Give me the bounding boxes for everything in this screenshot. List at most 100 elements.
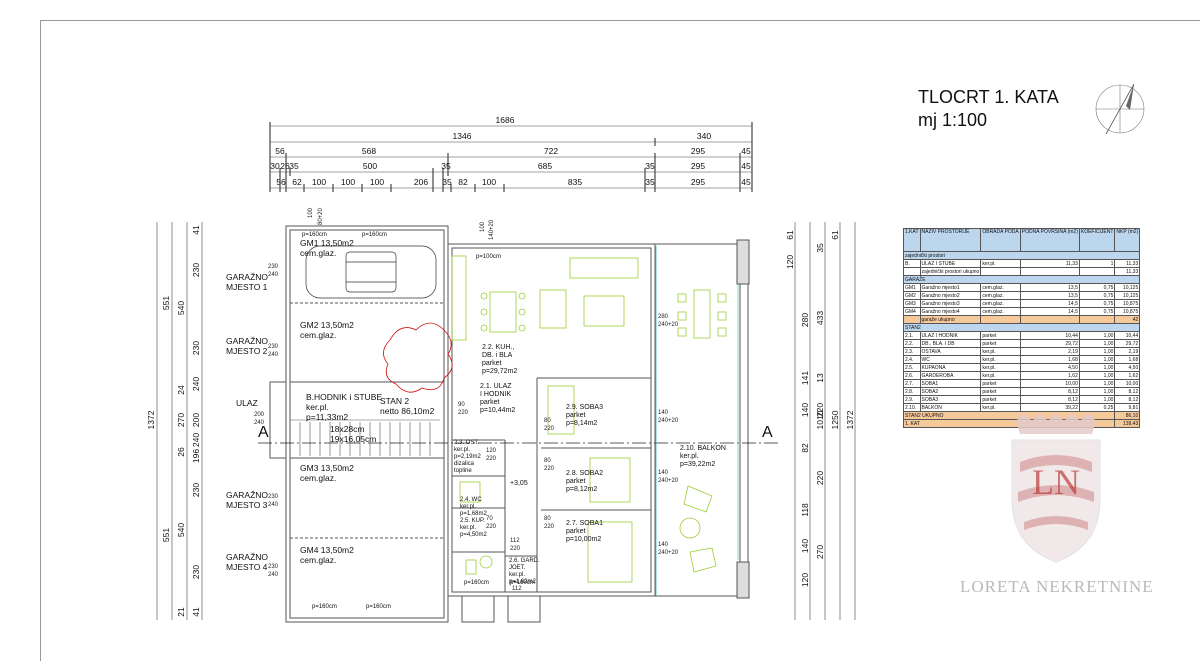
opening-label: 230 xyxy=(268,264,279,270)
table-cell: 2.7. xyxy=(903,379,921,388)
table-cell: GM3 xyxy=(903,299,921,308)
dim-label: 100 xyxy=(370,177,384,187)
room-label-soba2: 2.8. SOBA2 parket p=8,12m2 xyxy=(566,470,603,494)
table-cell: 4,50 xyxy=(1019,363,1080,372)
table-cell: 1,00 xyxy=(1078,347,1116,356)
table-cell: 1,62 xyxy=(1114,371,1141,380)
dim-label: 240 xyxy=(191,433,201,447)
table-cell: 1,68 xyxy=(1114,355,1141,364)
room-line: p=4,50m2 xyxy=(460,532,487,538)
table-section-title: GARAŽE xyxy=(902,275,1141,284)
window-width-label: p=160cm xyxy=(510,580,535,586)
table-cell: 139,43 xyxy=(1114,419,1141,428)
room-title: GM1 13,50m2 xyxy=(300,238,354,248)
table-row: 2.5. KUPAONA ker.pl. 4,50 1,00 4,50 xyxy=(903,363,1141,372)
dim-label: 56 xyxy=(276,177,286,187)
opening-label: 220 xyxy=(486,456,497,462)
table-row: zajednički prostori ukupno 11,33 xyxy=(903,267,1141,276)
dim-label: 340 xyxy=(697,131,711,141)
dim-label: 1686 xyxy=(496,115,515,125)
window-width-label: p=100cm xyxy=(476,254,501,260)
table-cell: BALKON xyxy=(919,403,982,412)
table-cell: cem.glaz. xyxy=(980,283,1021,292)
room-line: p=10,00m2 xyxy=(566,536,602,543)
room-floor: cem.glaz. xyxy=(300,248,337,258)
opening-label: 80+20 xyxy=(318,207,324,225)
dim-label: 140 xyxy=(800,403,810,417)
table-row: B. ULAZ I STUBE ker.pl. 11,33 1 11,33 xyxy=(903,259,1141,268)
room-line: p=29,72m2 xyxy=(482,368,518,375)
opening-label: 230 xyxy=(268,344,279,350)
room-label-hodnik: B.HODNIK i STUBE ker.pl. p=11,33m2 xyxy=(306,392,382,422)
room-line: B.HODNIK i STUBE xyxy=(306,392,383,402)
table-cell: 1 xyxy=(1078,259,1116,268)
dim-label: 45 xyxy=(741,161,751,171)
table-cell: 1,00 xyxy=(1078,331,1116,340)
table-cell: GM4 xyxy=(903,307,921,316)
room-line: p=10,44m2 xyxy=(480,407,516,414)
dim-label: 270 xyxy=(176,413,186,427)
table-cell: ULAZ I STUBE xyxy=(919,259,982,268)
dimension-labels-left: 1372 551 540 24 270 26 540 551 21 41 230… xyxy=(146,225,201,617)
table-cell: ker.pl. xyxy=(980,355,1021,364)
dim-label: 120 xyxy=(800,573,810,587)
room-line: ker.pl. xyxy=(460,504,477,510)
dim-label: 62 xyxy=(292,177,302,187)
dim-label: 82 xyxy=(458,177,468,187)
table-cell: 14,5 xyxy=(1019,299,1080,308)
level-marker: +3,05 xyxy=(510,480,528,487)
dim-label: 26 xyxy=(176,447,186,457)
table-cell: 2.4. xyxy=(903,355,921,364)
table-cell: 1,00 xyxy=(1078,371,1116,380)
dim-label: 56 xyxy=(275,146,285,156)
table-cell: cem.glaz. xyxy=(980,291,1021,300)
table-cell: 1,00 xyxy=(1078,363,1116,372)
table-cell: ker.pl. xyxy=(980,347,1021,356)
opening-label: 220 xyxy=(458,410,469,416)
room-line: p=8,12m2 xyxy=(566,486,598,493)
table-row: 2.6. GARDEROBA ker.pl. 1,62 1,00 1,62 xyxy=(903,371,1141,380)
dim-label: 24 xyxy=(176,385,186,395)
table-row: GM1 Garažno mjesto1 cem.glaz. 13,5 0,75 10,12… xyxy=(903,283,1141,292)
opening-label: 90 xyxy=(458,402,465,408)
parking-line: GARAŽNO xyxy=(226,490,269,500)
room-line: 2.4. WC xyxy=(460,497,482,503)
room-line: netto 86,10m2 xyxy=(380,406,435,416)
table-cell: OSTAVA xyxy=(919,347,982,356)
dim-label: 240 xyxy=(191,377,201,391)
room-line: ker.pl. xyxy=(306,402,329,412)
table-section-row: zajednički prostori xyxy=(902,251,1141,260)
window-width-label: p=160cm xyxy=(312,604,337,610)
table-header-cell: NKP (m2) xyxy=(1114,228,1141,252)
dim-label: 41 xyxy=(191,225,201,235)
dim-label: 21 xyxy=(176,607,186,617)
room-label-soba1: 2.7. SOBA1 parket p=10,00m2 xyxy=(566,520,603,544)
room-line: I HODNIK xyxy=(480,391,512,398)
table-row: 2.1. ULAZ I HODNIK parket 10,44 1,00 10,44 xyxy=(903,331,1141,340)
table-cell: parket xyxy=(980,379,1021,388)
table-cell: 2,19 xyxy=(1114,347,1141,356)
opening-label: 240+20 xyxy=(658,550,679,556)
opening-label: 240 xyxy=(268,272,279,278)
opening-label: 70 xyxy=(486,516,493,522)
table-cell: GARDEROBA xyxy=(919,371,982,380)
table-section-title: STAN2 xyxy=(902,323,1141,332)
table-cell: 2.1. xyxy=(903,331,921,340)
table-header-cell: PODNA POVRŠINA (m2) xyxy=(1019,228,1080,252)
dim-label: 220 xyxy=(815,471,825,485)
table-cell xyxy=(980,315,1021,324)
room-line: p=39,22m2 xyxy=(680,461,716,468)
table-cell: 2.8. xyxy=(903,387,921,396)
table-cell: 10,00 xyxy=(1019,379,1080,388)
table-header-cell: KOEFICIJENT xyxy=(1078,228,1116,252)
opening-label: 112 xyxy=(510,538,520,544)
room-line: topline xyxy=(454,468,472,474)
dim-label: 722 xyxy=(544,146,558,156)
room-title: GM2 13,50m2 xyxy=(300,320,354,330)
opening-label: 240 xyxy=(268,352,279,358)
table-cell: 8,12 xyxy=(1114,387,1141,396)
table-cell: 2.10. xyxy=(903,403,921,412)
parking-label-3: GARAŽNO MJESTO 3 xyxy=(226,490,268,510)
room-line: parket xyxy=(566,478,586,485)
table-cell xyxy=(1078,315,1116,324)
